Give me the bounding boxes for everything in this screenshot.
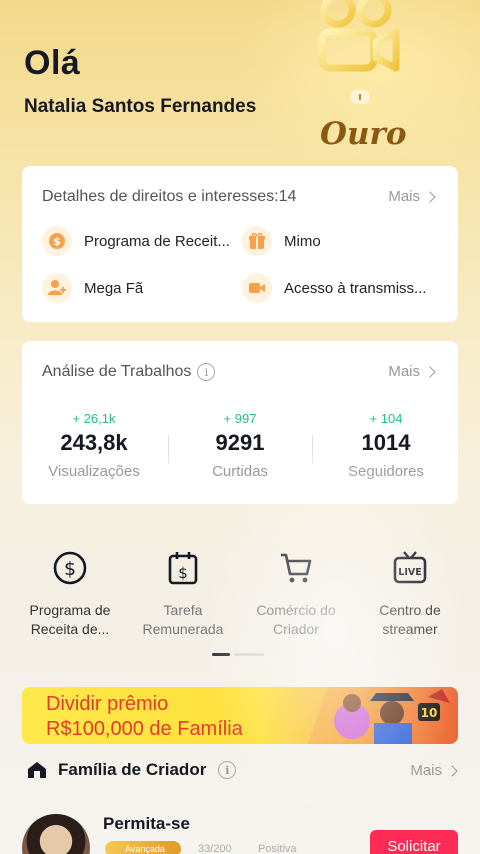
analytics-header: Análise de Trabalhos i [42, 363, 216, 381]
perk-gift[interactable]: Mimo [242, 226, 321, 256]
perk-label: Mega Fã [84, 279, 144, 297]
pager-dot-active [212, 653, 230, 656]
rights-title: Detalhes de direitos e interesses:14 [42, 188, 297, 205]
stat-delta: + 26,1k [72, 411, 116, 426]
stat-delta: + 997 [223, 411, 257, 426]
stat-value: 1014 [361, 430, 411, 455]
family-more-link[interactable]: Mais [410, 762, 458, 779]
pager-dot [234, 653, 264, 656]
live-tv-icon: LIVE [393, 551, 427, 584]
house-icon [28, 762, 46, 778]
divider [168, 435, 169, 463]
rights-card: Detalhes de direitos e interesses:14 Mai… [22, 166, 458, 322]
tool-label: Programa de Receita de... [29, 602, 111, 637]
perk-label: Programa de Receit... [84, 232, 230, 250]
info-icon[interactable]: i [218, 761, 237, 779]
perk-label: Acesso à transmiss... [284, 279, 427, 297]
family-title: Família de Criador [58, 760, 207, 779]
tool-label: Tarefa Remunerada [142, 602, 224, 637]
shopping-cart-icon [281, 553, 312, 583]
analytics-title: Análise de Trabalhos [42, 363, 192, 380]
perk-label: Mimo [284, 232, 321, 250]
svg-text:$: $ [64, 558, 76, 580]
chevron-right-icon [446, 764, 458, 777]
calendar-dollar-icon: $ [168, 552, 198, 585]
banner-badge: 10 [421, 706, 438, 720]
perk-mega-fan[interactable]: Mega Fã [42, 273, 143, 303]
perk-live-access[interactable]: Acesso à transmiss... [242, 273, 427, 303]
rights-more-link[interactable]: Mais [388, 188, 436, 205]
rights-more-label: Mais [388, 188, 420, 205]
tier-indicator [350, 90, 370, 104]
banner-line2: R$100,000 de Família [46, 718, 243, 740]
divider [312, 435, 313, 463]
analytics-more-link[interactable]: Mais [388, 363, 436, 380]
tool-label: Centro de streamer [379, 602, 441, 637]
stat-label: Curtidas [212, 463, 268, 480]
avatar [22, 814, 90, 854]
stat-followers[interactable]: + 104 1014 Seguidores [316, 411, 456, 480]
stat-label: Visualizações [48, 463, 140, 480]
svg-text:$: $ [53, 235, 61, 248]
gold-tier-camera-icon [318, 0, 400, 72]
member-count: 33/200 [198, 843, 232, 854]
perk-revenue-program[interactable]: $ Programa de Receit... [42, 226, 230, 256]
stat-value: 9291 [215, 430, 265, 455]
stat-likes[interactable]: + 997 9291 Curtidas [170, 411, 310, 480]
tier-label: Ouro [320, 116, 407, 152]
tool-revenue-program[interactable]: $ Programa de Receita de... [10, 550, 130, 639]
tool-label: Comércio do Criador [256, 602, 336, 637]
svg-text:LIVE: LIVE [398, 567, 421, 578]
stat-label: Seguidores [348, 463, 424, 480]
info-icon[interactable]: i [197, 363, 216, 381]
family-more-label: Mais [410, 762, 442, 779]
user-plus-icon [42, 273, 72, 303]
tool-paid-task[interactable]: $ Tarefa Remunerada [123, 550, 243, 639]
stat-views[interactable]: + 26,1k 243,8k Visualizações [24, 411, 164, 480]
tool-creator-commerce[interactable]: Comércio do Criador [236, 550, 356, 639]
family-name: Permita-se [103, 814, 190, 833]
dollar-coin-icon: $ [42, 226, 72, 256]
username: Natalia Santos Fernandes [24, 96, 257, 117]
svg-text:$: $ [178, 564, 188, 582]
stat-delta: + 104 [369, 411, 403, 426]
tools-row: $ Programa de Receita de... $ Tarefa Rem… [0, 550, 480, 640]
family-item[interactable]: Permita-se Avançada 33/200 Positiva Soli… [22, 810, 458, 854]
dollar-circle-icon: $ [53, 551, 87, 585]
greeting: Olá [24, 44, 81, 82]
analytics-card: Análise de Trabalhos i Mais + 26,1k 243,… [22, 341, 458, 504]
chevron-right-icon [424, 365, 436, 378]
tool-streamer-center[interactable]: LIVE Centro de streamer [350, 550, 470, 639]
stat-value: 243,8k [60, 430, 128, 455]
request-join-button[interactable]: Solicitar [370, 830, 458, 854]
level-badge: Avançada [105, 841, 181, 854]
family-section-header: Família de Criador i [26, 760, 237, 780]
family-status: Positiva [258, 843, 297, 854]
family-prize-banner[interactable]: Dividir prêmio R$100,000 de Família 10 [22, 687, 458, 744]
banner-line1: Dividir prêmio [46, 693, 169, 715]
analytics-more-label: Mais [388, 363, 420, 380]
video-camera-icon [242, 273, 272, 303]
gift-icon [242, 226, 272, 256]
chevron-right-icon [424, 190, 436, 203]
pager-indicator [212, 653, 264, 656]
banner-illustration: 10 [308, 687, 458, 744]
